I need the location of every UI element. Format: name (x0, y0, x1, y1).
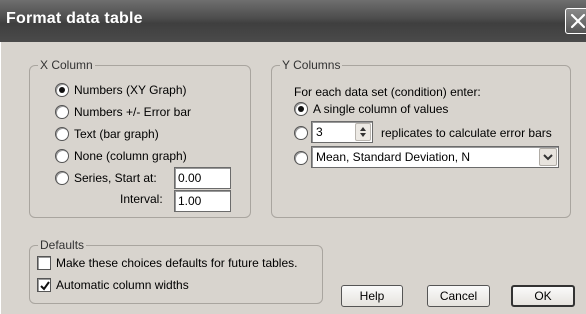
x-option-series[interactable]: Series, Start at: (55, 169, 157, 187)
defaults-legend: Defaults (40, 238, 85, 252)
radio-numbers-error[interactable] (55, 105, 69, 119)
auto-width-label: Automatic column widths (56, 278, 189, 292)
y-option-label: A single column of values (313, 102, 449, 116)
radio-single-column[interactable] (294, 102, 308, 116)
close-button[interactable] (565, 8, 586, 34)
x-column-legend: X Column (40, 58, 93, 72)
start-at-input[interactable]: 0.00 (174, 167, 231, 189)
radio-summary[interactable] (294, 151, 308, 165)
radio-none[interactable] (55, 149, 69, 163)
summary-dropdown-button[interactable] (539, 148, 557, 166)
checkmark-icon (40, 281, 50, 291)
auto-width-checkbox[interactable] (37, 278, 51, 292)
make-default-label: Make these choices defaults for future t… (56, 256, 298, 270)
interval-input[interactable]: 1.00 (174, 190, 231, 212)
chevron-down-icon (543, 154, 553, 161)
summary-select[interactable]: Mean, Standard Deviation, N (311, 146, 559, 168)
y-instruction: For each data set (condition) enter: (294, 85, 481, 99)
stepper-arrows-icon (360, 127, 366, 137)
ok-button[interactable]: OK (511, 285, 575, 307)
window-title: Format data table (6, 10, 143, 27)
y-columns-legend: Y Columns (282, 58, 341, 72)
dialog-body: X Column Numbers (XY Graph) Numbers +/- … (0, 42, 586, 314)
radio-replicates[interactable] (294, 126, 308, 140)
x-option-numbers-error[interactable]: Numbers +/- Error bar (55, 103, 191, 121)
x-option-label: None (column graph) (74, 149, 187, 163)
replicates-label: replicates to calculate error bars (381, 126, 552, 140)
radio-text[interactable] (55, 127, 69, 141)
title-bar: Format data table (0, 0, 586, 42)
stepper-buttons[interactable] (355, 123, 371, 141)
x-option-label: Numbers (XY Graph) (74, 83, 187, 97)
x-option-label: Series, Start at: (74, 171, 157, 185)
interval-label: Interval: (120, 192, 163, 206)
radio-numbers-xy[interactable] (55, 83, 69, 97)
auto-width-checkbox-row[interactable]: Automatic column widths (37, 276, 189, 294)
x-option-label: Text (bar graph) (74, 127, 159, 141)
replicates-value: 3 (316, 125, 323, 139)
x-option-label: Numbers +/- Error bar (74, 105, 192, 119)
cancel-button[interactable]: Cancel (427, 285, 490, 307)
make-default-checkbox-row[interactable]: Make these choices defaults for future t… (37, 254, 297, 272)
make-default-checkbox[interactable] (37, 256, 51, 270)
replicates-stepper[interactable]: 3 (311, 121, 373, 143)
x-option-numbers-xy[interactable]: Numbers (XY Graph) (55, 81, 186, 99)
close-icon (570, 13, 586, 29)
x-option-text[interactable]: Text (bar graph) (55, 125, 159, 143)
help-button[interactable]: Help (341, 285, 403, 307)
y-option-single[interactable]: A single column of values (294, 100, 448, 118)
radio-series[interactable] (55, 171, 69, 185)
x-option-none[interactable]: None (column graph) (55, 147, 187, 165)
summary-selected-value: Mean, Standard Deviation, N (316, 150, 471, 164)
